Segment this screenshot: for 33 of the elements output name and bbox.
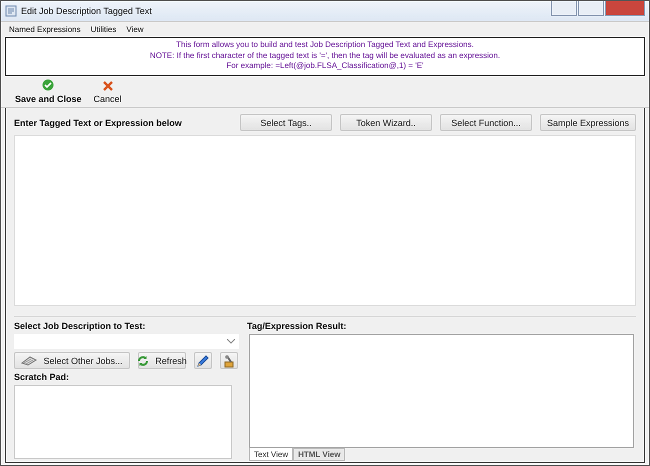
scratch-pad-field[interactable]: [14, 385, 232, 459]
save-and-close-button[interactable]: Save and Close: [15, 78, 82, 104]
expression-field[interactable]: [14, 134, 636, 306]
view-tab[interactable]: HTML View: [293, 448, 346, 461]
refresh-icon: [137, 354, 150, 366]
editor-label: Enter Tagged Text or Expression below: [14, 118, 183, 128]
toolbar-button[interactable]: Sample Expressions: [540, 114, 636, 131]
menu-item[interactable]: Utilities: [90, 25, 116, 34]
select-jobs-button[interactable]: Select Other Jobs...: [14, 352, 130, 369]
window-icon: [5, 5, 17, 17]
close-button[interactable]: [605, 1, 645, 16]
papers-icon: [21, 356, 37, 366]
menu-item[interactable]: Named Expressions: [9, 25, 81, 34]
check-icon: [42, 78, 54, 90]
window-title: Edit Job Description Tagged Text: [21, 6, 152, 16]
minimize-button[interactable]: [551, 1, 577, 16]
refresh-button[interactable]: Refresh: [138, 352, 186, 369]
menu-item[interactable]: View: [126, 25, 144, 34]
close-icon: [102, 80, 113, 90]
chevron-icon: [227, 339, 235, 344]
toolbar-button[interactable]: Token Wizard..: [340, 114, 432, 131]
scratch-pad-label: Scratch Pad:: [14, 372, 70, 382]
toolbar-button[interactable]: Select Tags..: [240, 114, 332, 131]
cancel-button[interactable]: Cancel: [94, 80, 122, 104]
info-panel: This form allows you to build and test Job Description Tagged Text and Expressions. NOTE: If the first character of the tagged text is '=', then the tag will be evaluated as an expression. For example: =Left(@job.FLSA_Classification@,1) = 'E': [5, 37, 645, 76]
toolbar-button[interactable]: Select Function...: [440, 114, 532, 131]
job-label: Select Job Description to Test:: [14, 321, 146, 331]
view-tab[interactable]: Text View: [249, 448, 294, 461]
result-label: Tag/Expression Result:: [247, 321, 348, 331]
edit-button[interactable]: [194, 352, 212, 369]
restore-button[interactable]: [578, 1, 604, 16]
tool-button[interactable]: [220, 352, 238, 369]
pencil-icon: [196, 354, 210, 368]
